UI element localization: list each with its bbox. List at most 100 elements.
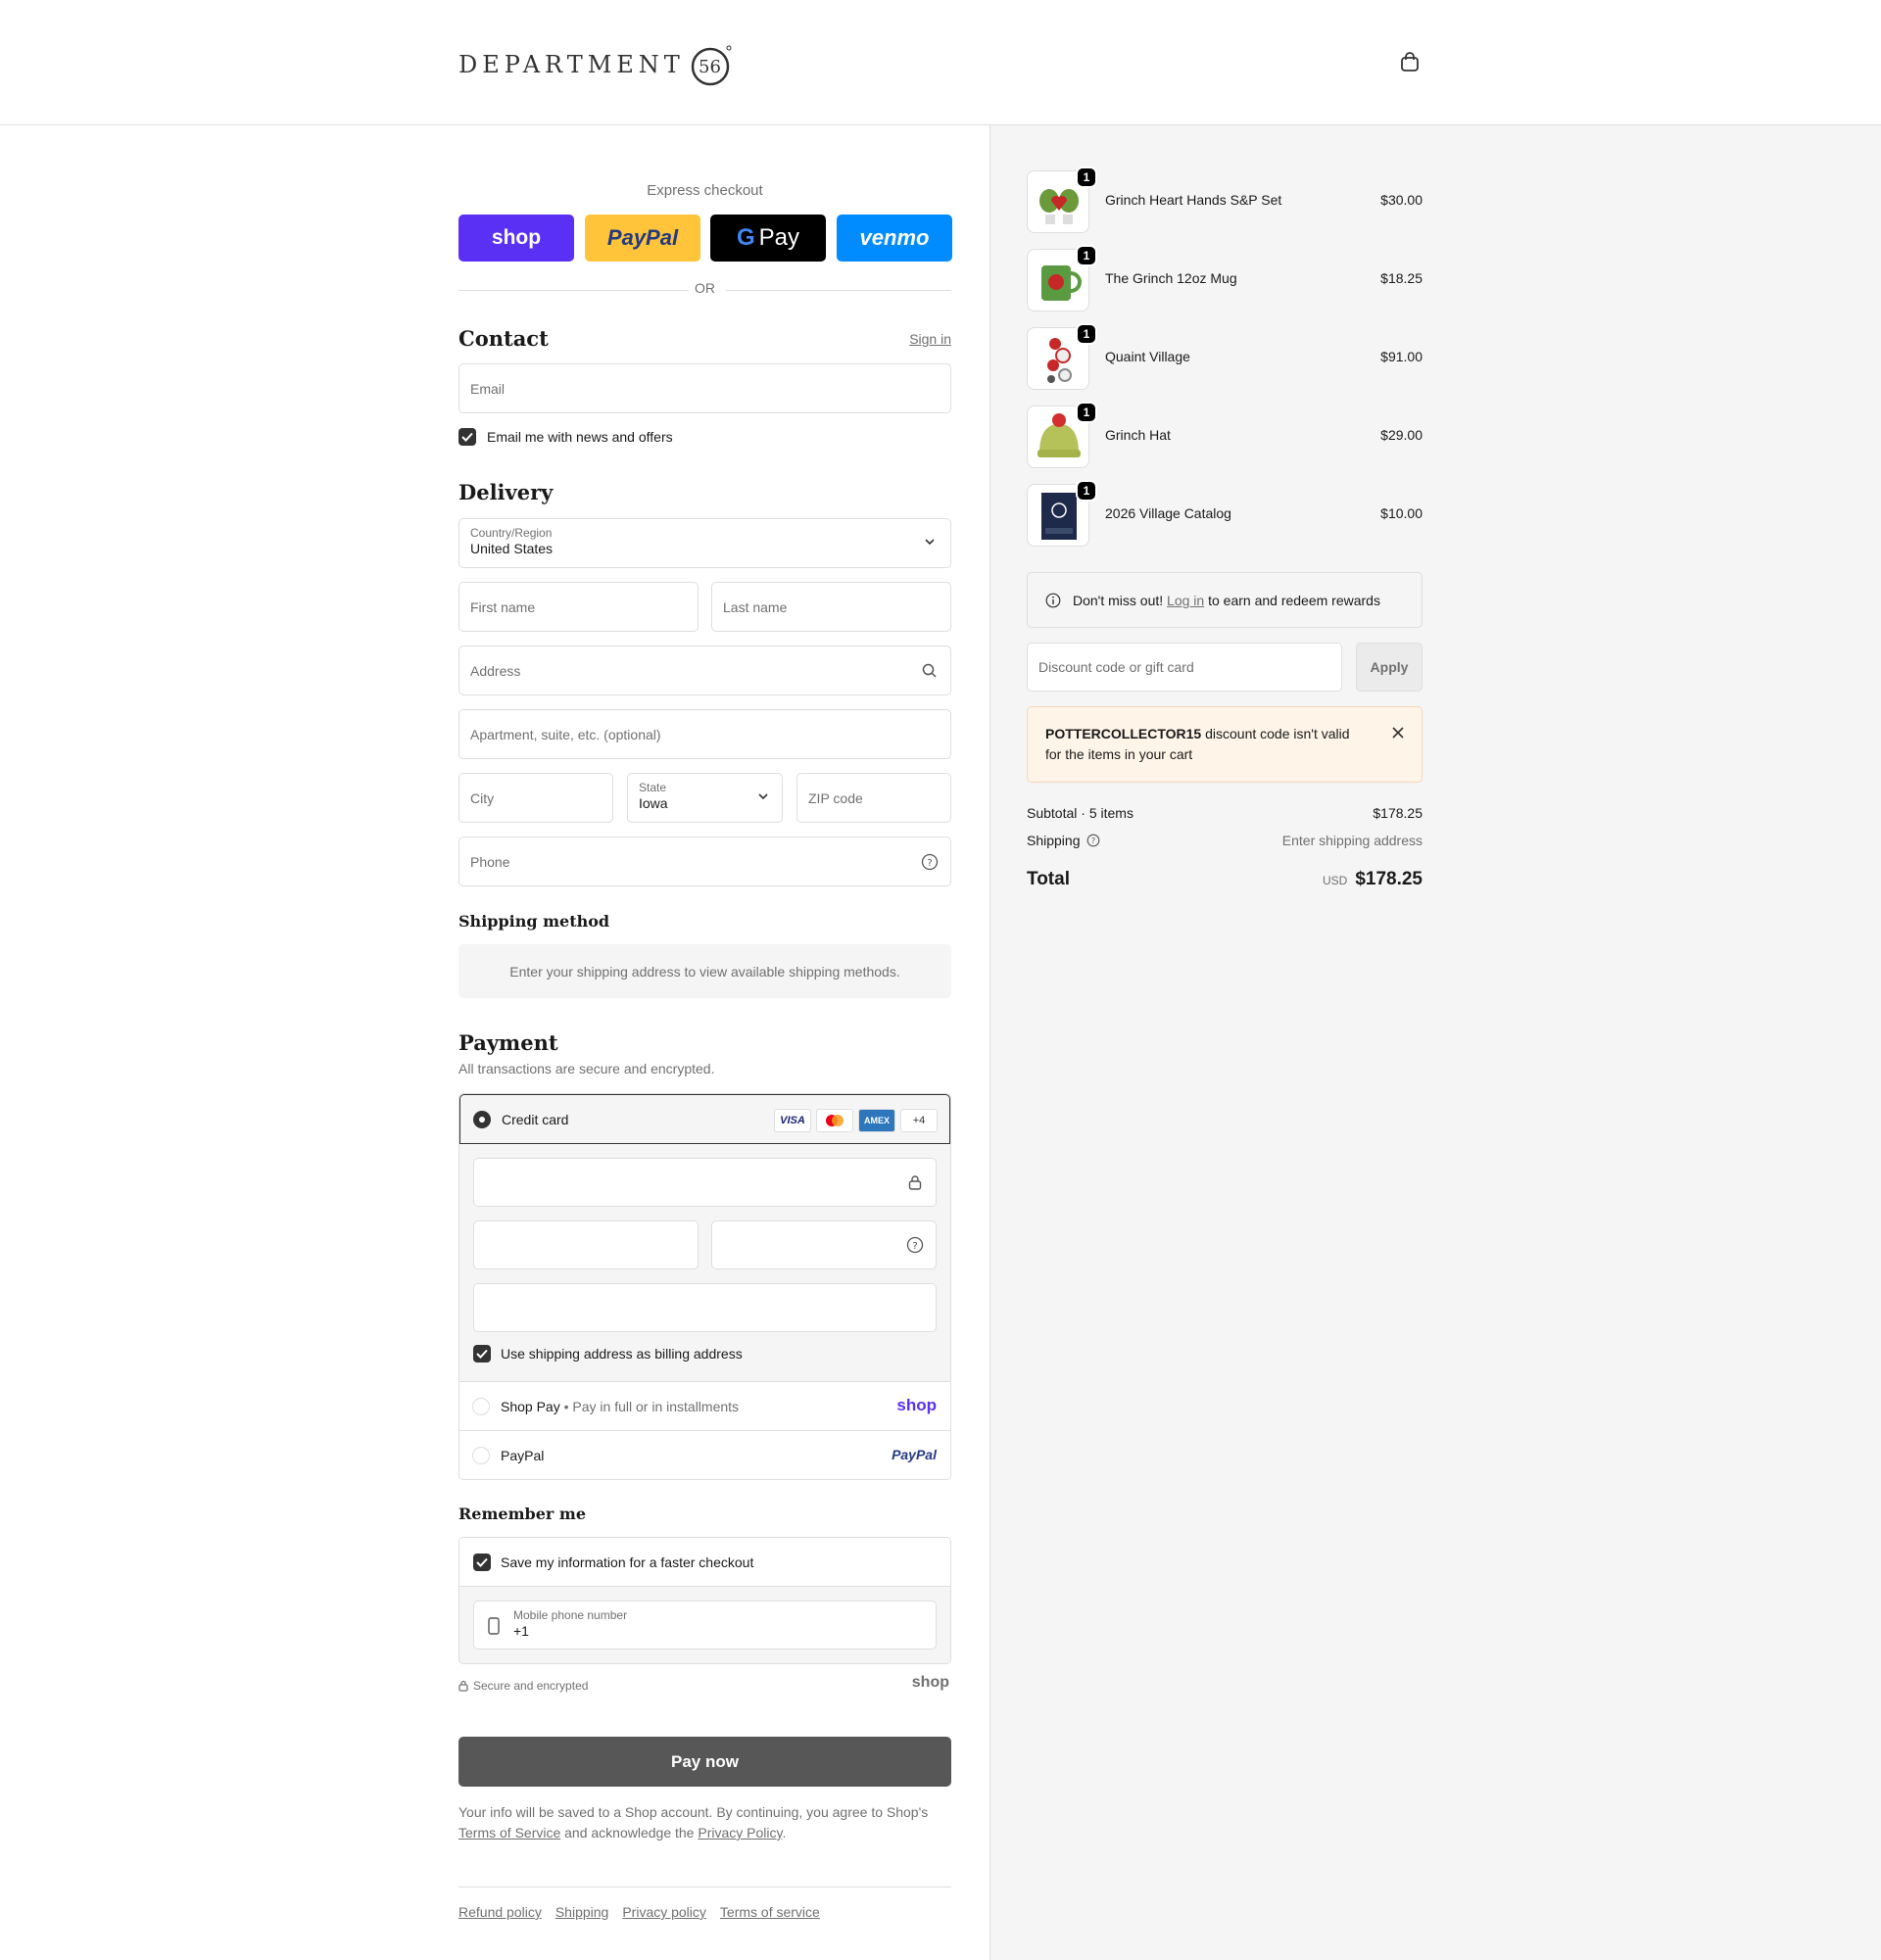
billing-same-checkbox[interactable] xyxy=(473,1345,491,1362)
privacy-policy-link[interactable]: Privacy Policy xyxy=(698,1825,782,1840)
quantity-badge: 1 xyxy=(1076,245,1097,266)
shop-pay-logo: shop xyxy=(896,1396,937,1414)
cart-item: 1 Quaint Village $91.00 xyxy=(1027,323,1423,392)
city-field[interactable]: City xyxy=(458,773,613,823)
order-summary-panel xyxy=(989,125,1881,1960)
search-icon xyxy=(922,663,937,678)
close-icon[interactable] xyxy=(1392,727,1404,739)
terms-of-service-link[interactable]: Terms of Service xyxy=(458,1825,560,1840)
svg-text:56: 56 xyxy=(699,57,721,77)
name-on-card-field[interactable] xyxy=(473,1283,937,1332)
rewards-pre: Don't miss out! xyxy=(1073,593,1164,608)
shop-pay-option[interactable]: Shop Pay • Pay in full or in installment… xyxy=(459,1381,950,1430)
help-circle-icon: ? xyxy=(1086,834,1099,847)
quantity-badge: 1 xyxy=(1076,480,1097,502)
total-value: $178.25 xyxy=(1355,869,1423,889)
cart-bag-icon[interactable] xyxy=(1399,51,1421,77)
shop-logo: shop xyxy=(911,1674,949,1691)
apply-discount-button[interactable]: Apply xyxy=(1356,643,1423,692)
cart-item: 1 The Grinch 12oz Mug $18.25 xyxy=(1027,245,1423,313)
credit-card-option[interactable]: Credit card VISA AMEX +4 xyxy=(459,1094,950,1144)
shipping-label: Shipping xyxy=(1027,833,1081,848)
mobile-phone-icon xyxy=(488,1617,500,1635)
shipping-method-heading: Shipping method xyxy=(458,912,610,931)
card-cvv-field[interactable]: ? xyxy=(711,1220,937,1269)
lock-icon xyxy=(458,1680,468,1692)
refund-policy-link[interactable]: Refund policy xyxy=(458,1904,542,1920)
item-price: $30.00 xyxy=(1380,192,1423,208)
shop-pay-radio[interactable] xyxy=(472,1398,490,1415)
item-price: $91.00 xyxy=(1380,349,1423,364)
google-g-icon: G xyxy=(736,224,755,251)
quantity-badge: 1 xyxy=(1076,402,1097,423)
paypal-label: PayPal xyxy=(501,1448,545,1463)
card-expiry-field[interactable] xyxy=(473,1220,699,1269)
svg-text:?: ? xyxy=(927,858,932,869)
item-price: $18.25 xyxy=(1380,270,1423,286)
lock-icon xyxy=(908,1175,922,1190)
shop-pay-label: Shop Pay xyxy=(501,1399,560,1414)
last-name-field[interactable]: Last name xyxy=(711,582,951,632)
paypal-radio[interactable] xyxy=(472,1447,490,1464)
phone-field[interactable]: Phone ? xyxy=(458,837,951,886)
state-select[interactable]: State Iowa xyxy=(627,773,783,823)
brand-logo[interactable]: DEPARTMENT 56 xyxy=(458,43,734,86)
subtotal-value: $178.25 xyxy=(1373,805,1423,821)
cart-item: 1 2026 Village Catalog $10.00 xyxy=(1027,480,1423,549)
remember-me-heading: Remember me xyxy=(458,1505,586,1523)
paypal-express-button[interactable]: PayPal xyxy=(585,215,700,262)
save-info-checkbox[interactable] xyxy=(473,1554,491,1571)
discount-code-field[interactable]: Discount code or gift card xyxy=(1027,643,1342,692)
footer-divider xyxy=(458,1887,951,1888)
venmo-express-button[interactable]: venmo xyxy=(837,215,952,262)
discount-error-banner: POTTERCOLLECTOR15 discount code isn't va… xyxy=(1027,706,1423,783)
credit-card-radio[interactable] xyxy=(473,1111,491,1128)
mastercard-icon xyxy=(816,1109,853,1132)
mobile-phone-field[interactable]: Mobile phone number +1 xyxy=(473,1601,937,1649)
apartment-field[interactable]: Apartment, suite, etc. (optional) xyxy=(458,709,951,759)
pay-now-button[interactable]: Pay now xyxy=(458,1737,951,1787)
terms-of-service-footer-link[interactable]: Terms of service xyxy=(720,1904,820,1920)
shipping-link[interactable]: Shipping xyxy=(555,1904,609,1920)
shipping-value: Enter shipping address xyxy=(1281,833,1423,848)
logo-56-mark: 56 xyxy=(691,45,732,86)
header: DEPARTMENT 56 xyxy=(0,0,1881,125)
express-checkout-label: Express checkout xyxy=(647,182,763,199)
svg-text:?: ? xyxy=(1090,837,1094,845)
zip-field[interactable]: ZIP code xyxy=(796,773,951,823)
currency-code: USD xyxy=(1322,874,1348,887)
help-circle-icon: ? xyxy=(906,1236,924,1254)
shop-pay-express-button[interactable]: shop xyxy=(458,215,574,262)
secure-encrypted-label: Secure and encrypted xyxy=(473,1679,589,1693)
sign-in-link[interactable]: Sign in xyxy=(909,331,951,347)
delivery-heading: Delivery xyxy=(458,480,554,504)
check-icon xyxy=(476,1349,488,1359)
payment-heading: Payment xyxy=(458,1030,558,1055)
discount-error-code: POTTERCOLLECTOR15 xyxy=(1045,726,1202,741)
newsletter-label: Email me with news and offers xyxy=(487,429,673,445)
visa-icon: VISA xyxy=(774,1109,811,1132)
country-select[interactable]: Country/Region United States xyxy=(458,518,951,568)
legal-text: Your info will be saved to a Shop accoun… xyxy=(458,1804,929,1840)
total-label: Total xyxy=(1027,869,1070,889)
newsletter-checkbox[interactable] xyxy=(458,428,476,446)
credit-card-label: Credit card xyxy=(502,1112,569,1127)
privacy-policy-footer-link[interactable]: Privacy policy xyxy=(622,1904,706,1920)
chevron-down-icon xyxy=(925,539,935,546)
first-name-field[interactable]: First name xyxy=(458,582,699,632)
email-field[interactable]: Email xyxy=(458,363,951,413)
item-name: Grinch Hat xyxy=(1105,427,1171,443)
or-divider: OR xyxy=(458,280,951,300)
rewards-post: to earn and redeem rewards xyxy=(1208,593,1380,608)
google-pay-express-button[interactable]: G Pay xyxy=(710,215,826,262)
paypal-option[interactable]: PayPal PayPal xyxy=(459,1430,950,1479)
cart-item: 1 Grinch Heart Hands S&P Set $30.00 xyxy=(1027,167,1423,235)
card-number-field[interactable] xyxy=(473,1158,937,1207)
save-info-label: Save my information for a faster checkou… xyxy=(501,1554,754,1570)
rewards-banner: Don't miss out! Log in to earn and redee… xyxy=(1027,572,1423,628)
rewards-login-link[interactable]: Log in xyxy=(1167,593,1204,608)
address-field[interactable]: Address xyxy=(458,645,951,695)
item-price: $29.00 xyxy=(1380,427,1423,443)
item-name: The Grinch 12oz Mug xyxy=(1105,270,1237,286)
svg-text:?: ? xyxy=(912,1241,917,1252)
